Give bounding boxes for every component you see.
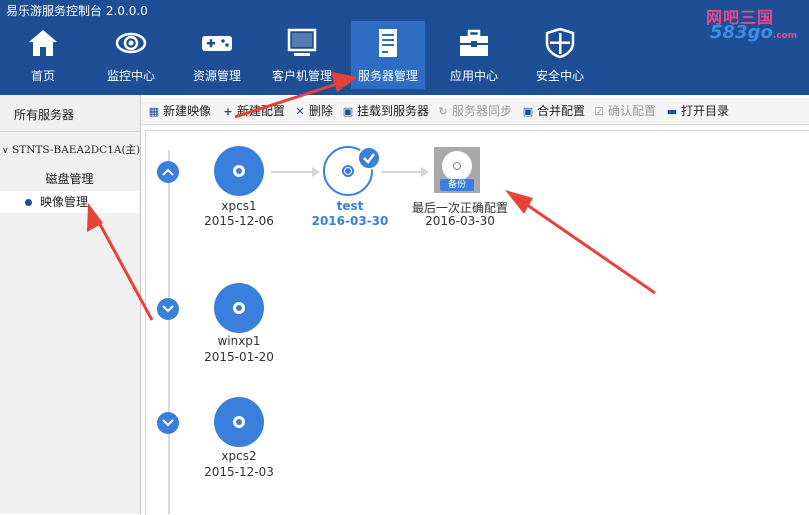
- image-name: xpcs1: [221, 199, 257, 213]
- nav-home[interactable]: 首页: [6, 21, 80, 89]
- new-image-label: 新建映像: [163, 104, 212, 118]
- selected-dot-icon: [25, 199, 32, 206]
- home-icon: [29, 30, 57, 56]
- merge-icon: ▣: [522, 105, 534, 118]
- mount-to-server-button[interactable]: ▣ 挂载到服务器: [342, 98, 429, 124]
- server-sync-label: 服务器同步: [452, 104, 513, 118]
- eye-icon: [115, 32, 147, 54]
- monitor-icon: [287, 28, 317, 56]
- checkbox-icon: ☑: [594, 105, 604, 118]
- app-title: 易乐游服务控制台 2.0.0.0: [6, 4, 148, 18]
- nav-home-label: 首页: [30, 69, 55, 83]
- sidebar-item-disk-management[interactable]: 磁盘管理: [0, 168, 139, 190]
- sidebar-server-item[interactable]: ∨ STNTS-BAEA2DC1A(主): [2, 142, 140, 157]
- chevron-down-icon: [162, 305, 174, 313]
- disc-icon: [233, 416, 245, 428]
- image-date: 2015-12-06: [204, 214, 274, 228]
- collapse-toggle-group-1[interactable]: [157, 161, 179, 183]
- delete-label: 删除: [309, 104, 334, 118]
- sidebar-item-label: 映像管理: [40, 195, 89, 209]
- image-date: 2015-01-20: [204, 350, 274, 364]
- backup-badge: 备份: [440, 179, 474, 191]
- nav-security-label: 安全中心: [535, 69, 584, 83]
- collapse-toggle-group-2[interactable]: [157, 298, 179, 320]
- delete-button[interactable]: ✕ 删除: [294, 98, 333, 124]
- toolbox-icon: [460, 29, 488, 56]
- open-directory-label: 打开目录: [681, 104, 730, 118]
- nav-resource-label: 资源管理: [192, 69, 241, 83]
- merge-config-button[interactable]: ▣ 合并配置: [522, 98, 585, 124]
- chevron-up-icon: [162, 168, 174, 176]
- folder-icon: ▬: [666, 105, 678, 118]
- chevron-down-icon[interactable]: ∨: [2, 146, 12, 156]
- sidebar-item-image-management[interactable]: 映像管理: [0, 191, 139, 213]
- nav-app-label: 应用中心: [449, 69, 498, 83]
- image-name-current: test: [336, 199, 364, 213]
- nav-client-label: 客户机管理: [271, 69, 332, 83]
- backup-node-last-good-config[interactable]: 备份: [434, 147, 480, 193]
- new-image-button[interactable]: ▦ 新建映像: [148, 98, 211, 124]
- new-config-button[interactable]: + 新建配置: [222, 98, 285, 124]
- server-document-icon: [379, 29, 397, 57]
- mount-to-server-label: 挂载到服务器: [357, 104, 430, 118]
- sidebar-divider: [0, 131, 140, 132]
- gamepad-icon: [202, 36, 232, 51]
- shield-icon: [545, 27, 575, 59]
- arrow-right-icon: [312, 167, 320, 177]
- plus-icon: +: [223, 105, 233, 118]
- image-date: 2015-12-03: [204, 465, 274, 479]
- confirm-config-button[interactable]: ☑ 确认配置: [593, 98, 656, 124]
- server-sync-button[interactable]: ↻ 服务器同步: [437, 98, 512, 124]
- timeline-line: [168, 150, 170, 514]
- image-node-xpcs1[interactable]: [214, 146, 264, 196]
- confirm-config-label: 确认配置: [608, 104, 657, 118]
- nav-resource-management[interactable]: 资源管理: [180, 21, 254, 89]
- collapse-toggle-group-3[interactable]: [157, 412, 179, 434]
- disc-icon: [442, 151, 472, 181]
- image-name: xpcs2: [221, 449, 257, 463]
- sidebar: 所有服务器 ∨ STNTS-BAEA2DC1A(主) 磁盘管理 映像管理: [0, 95, 141, 514]
- nav-security-center[interactable]: 安全中心: [523, 21, 597, 89]
- watermark-suffix: .com: [772, 31, 798, 41]
- watermark-bottom-text: 583go.com: [710, 22, 797, 43]
- new-config-label: 新建配置: [237, 104, 286, 118]
- check-badge-icon: [357, 146, 381, 170]
- image-date-current: 2016-03-30: [311, 214, 389, 228]
- app-header: 易乐游服务控制台 2.0.0.0 网吧三国 583go.com 首页 监控中心 …: [0, 0, 809, 95]
- nav-monitor-label: 监控中心: [106, 69, 155, 83]
- merge-config-label: 合并配置: [537, 104, 586, 118]
- nav-server-management[interactable]: 服务器管理: [351, 21, 425, 89]
- connector-arrow: [271, 171, 313, 173]
- disc-icon: [233, 165, 245, 177]
- image-node-xpcs2[interactable]: [214, 397, 264, 447]
- disc-icon: [342, 165, 354, 177]
- nav-monitor-center[interactable]: 监控中心: [94, 21, 168, 89]
- image-date: 2016-03-30: [425, 214, 495, 228]
- open-directory-button[interactable]: ▬ 打开目录: [666, 98, 729, 124]
- close-icon: ✕: [295, 105, 305, 118]
- disc-icon: [233, 302, 245, 314]
- chevron-down-icon: [162, 419, 174, 427]
- watermark-domain: 583go: [710, 22, 773, 43]
- toolbar: ▦ 新建映像 + 新建配置 ✕ 删除 ▣ 挂载到服务器 ↻ 服务器同步 ▣ 合并配置 ☑ 确认…: [141, 98, 809, 125]
- sidebar-all-servers[interactable]: 所有服务器: [14, 106, 74, 123]
- nav-client-management[interactable]: 客户机管理: [265, 21, 339, 89]
- nav-app-center[interactable]: 应用中心: [437, 21, 511, 89]
- new-image-icon: ▦: [148, 105, 160, 118]
- nav-server-label: 服务器管理: [357, 69, 418, 83]
- watermark-logo: 网吧三国 583go.com: [706, 4, 806, 44]
- image-name: winxp1: [217, 334, 261, 348]
- mount-icon: ▣: [342, 105, 354, 118]
- connector-arrow: [381, 171, 422, 173]
- arrow-right-icon: [421, 167, 429, 177]
- sync-icon: ↻: [438, 105, 448, 118]
- sidebar-server-name: STNTS-BAEA2DC1A(主): [12, 144, 141, 156]
- image-node-winxp1[interactable]: [214, 283, 264, 333]
